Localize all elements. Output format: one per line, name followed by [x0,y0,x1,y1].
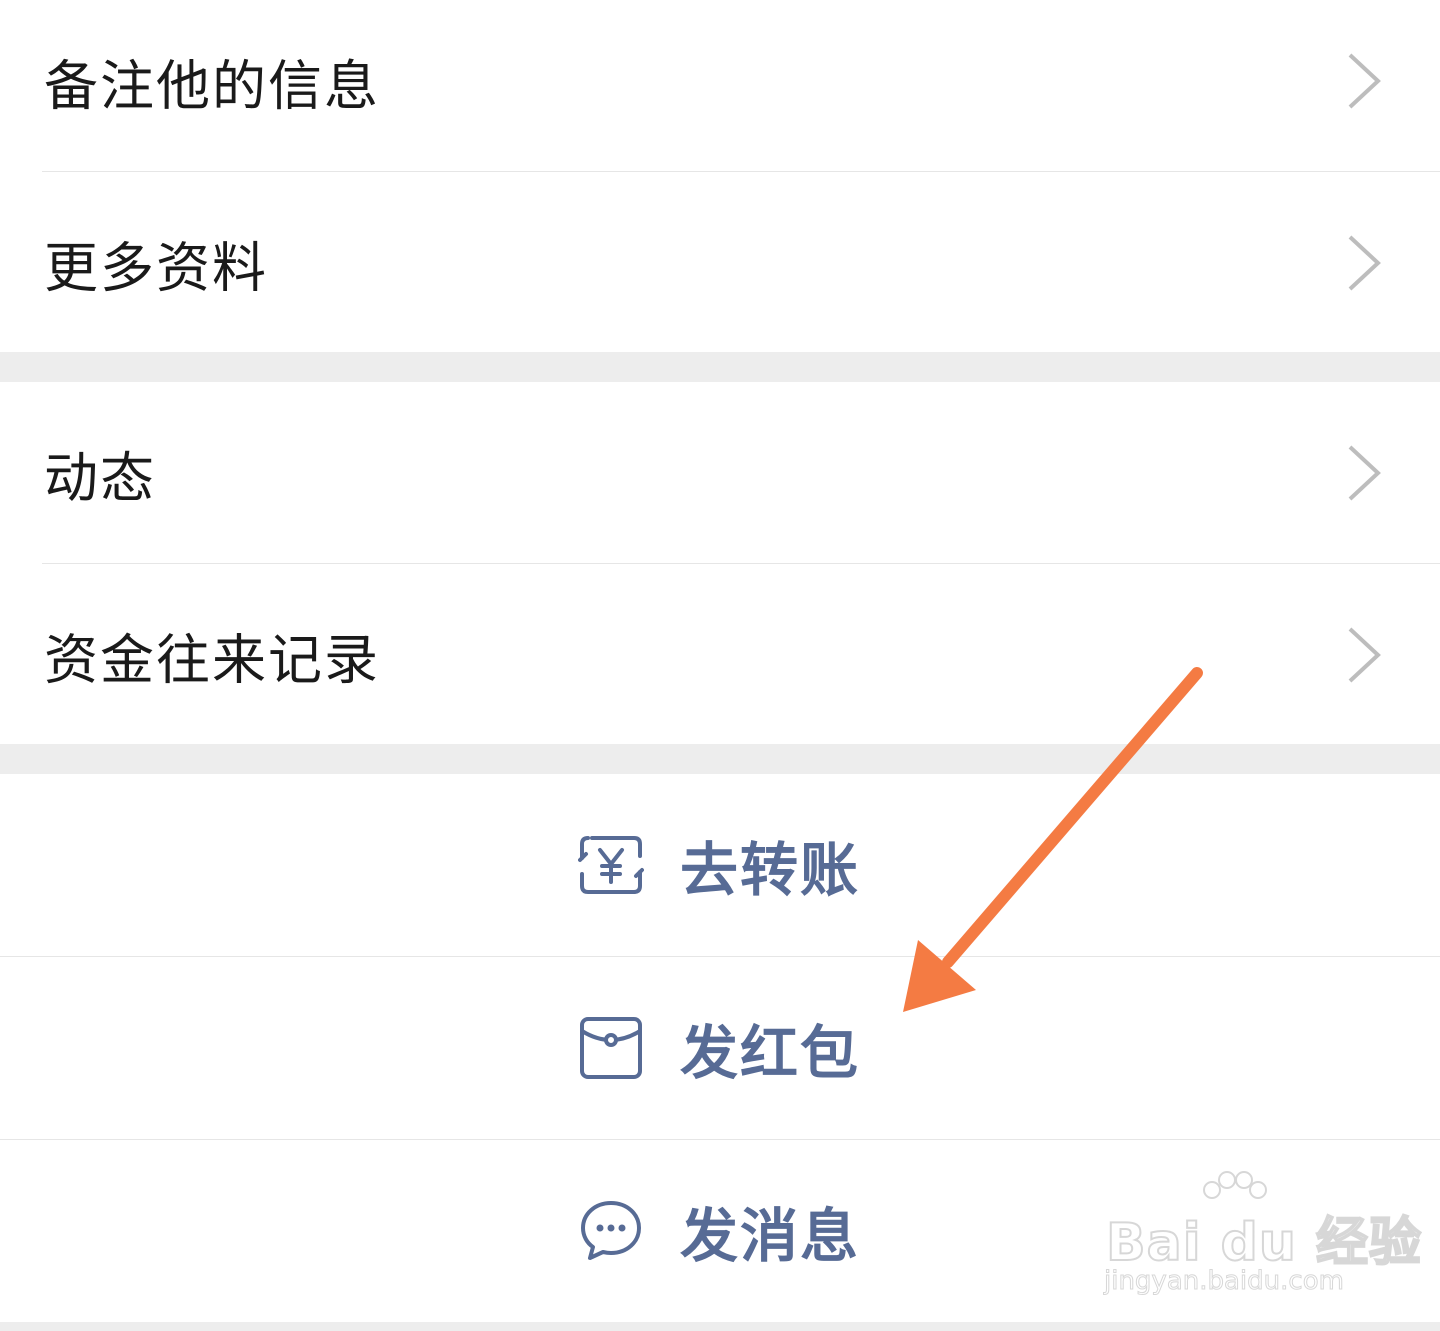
feed-section: 动态 资金往来记录 [0,382,1440,744]
transfer-button-content: 去转账 [578,823,860,907]
red-packet-button-label: 发红包 [680,1019,861,1087]
row-more-info-label: 更多资料 [44,236,268,300]
chevron-right-icon [1348,445,1381,501]
transfer-yuan-icon [578,836,644,894]
chevron-right-icon [1348,53,1381,109]
row-more-info[interactable]: 更多资料 [0,172,1440,354]
row-remark-info-label: 备注他的信息 [44,54,380,118]
row-moments-label: 动态 [44,446,156,510]
send-message-button-content: 发消息 [578,1189,860,1273]
chevron-right-icon [1348,235,1381,291]
red-packet-button-content: 发红包 [578,1006,860,1090]
row-moments[interactable]: 动态 [0,382,1440,564]
transfer-button-label: 去转账 [680,836,861,904]
actions-section: 去转账 发红包 发消息 [0,774,1440,1322]
contact-profile-page: 备注他的信息 更多资料 动态 资金往来记录 去转账 发红包 发消息 Bai du… [0,0,1440,1331]
profile-info-section: 备注他的信息 更多资料 [0,0,1440,352]
row-money-records[interactable]: 资金往来记录 [0,564,1440,746]
red-packet-button[interactable]: 发红包 [0,957,1440,1139]
send-message-button[interactable]: 发消息 [0,1140,1440,1322]
chat-bubble-icon [581,1201,641,1260]
row-money-records-label: 资金往来记录 [44,628,380,692]
red-packet-icon [580,1017,642,1079]
row-remark-info[interactable]: 备注他的信息 [0,0,1440,172]
send-message-button-label: 发消息 [680,1202,861,1270]
chevron-right-icon [1348,627,1381,683]
transfer-button[interactable]: 去转账 [0,774,1440,956]
